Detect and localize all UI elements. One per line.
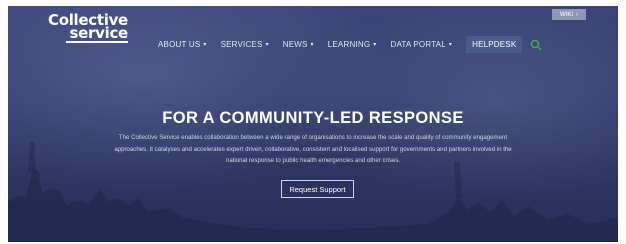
chevron-down-icon: ▾ xyxy=(203,42,207,48)
chevron-down-icon: ▾ xyxy=(373,42,377,48)
nav-item-label: DATA PORTAL xyxy=(390,40,446,49)
nav-item-label: SERVICES xyxy=(220,40,263,49)
nav-item-about-us[interactable]: ABOUT US ▾ xyxy=(158,40,207,49)
chevron-down-icon: ▾ xyxy=(265,42,269,48)
logo-line-2: service xyxy=(66,26,128,43)
arrow-right-icon: › xyxy=(576,11,578,18)
main-nav: ABOUT US ▾ SERVICES ▾ NEWS ▾ LEARNING ▾ … xyxy=(158,36,542,53)
hero-description: The Collective Service enables collabora… xyxy=(114,134,512,164)
nav-item-data-portal[interactable]: DATA PORTAL ▾ xyxy=(390,40,452,49)
wiki-button[interactable]: WIKI › xyxy=(552,9,586,20)
chevron-down-icon: ▾ xyxy=(310,42,314,48)
nav-item-services[interactable]: SERVICES ▾ xyxy=(221,40,269,49)
wiki-label: WIKI xyxy=(560,11,573,18)
hero-title: FOR A COMMUNITY-LED RESPONSE xyxy=(162,109,464,127)
chevron-down-icon: ▾ xyxy=(448,42,453,48)
nav-item-label: LEARNING xyxy=(327,40,371,49)
request-support-button[interactable]: Request Support xyxy=(281,180,354,198)
nav-item-learning[interactable]: LEARNING ▾ xyxy=(328,40,377,49)
site-logo[interactable]: Collective service xyxy=(48,13,128,43)
hero-banner: Collective service WIKI › ABOUT US ▾ SER… xyxy=(8,6,618,242)
nav-item-label: NEWS xyxy=(282,40,308,49)
helpdesk-button[interactable]: HELPDESK xyxy=(466,36,523,53)
nav-item-news[interactable]: NEWS ▾ xyxy=(283,40,314,49)
nav-item-label: ABOUT US xyxy=(158,40,201,49)
search-icon[interactable] xyxy=(530,39,542,51)
